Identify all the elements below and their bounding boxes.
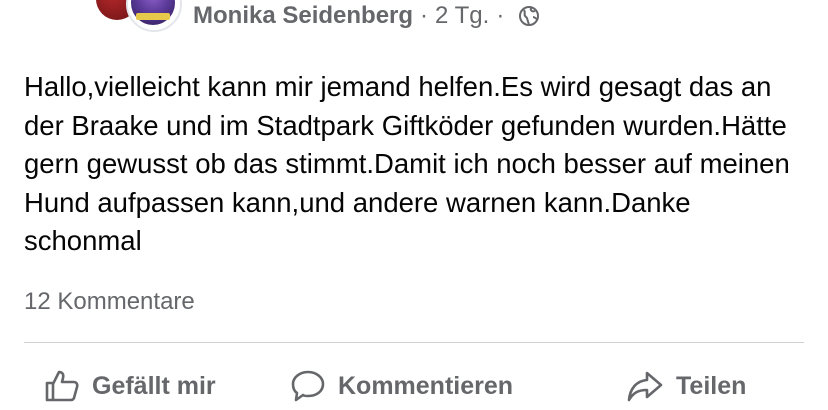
avatar[interactable] <box>126 0 182 32</box>
like-label: Gefällt mir <box>92 371 216 400</box>
thumbs-up-icon <box>45 370 79 402</box>
post-body-text: Hallo,vielleicht kann mir jemand helfen.… <box>24 71 790 256</box>
avatar-badge <box>136 13 170 20</box>
post-header: Monika Seidenberg · 2 Tg. · <box>0 0 828 32</box>
speech-bubble-icon <box>291 370 325 402</box>
action-bar: Gefällt mir Kommentieren Teilen <box>0 358 828 410</box>
divider <box>24 342 804 343</box>
meta-separator: · <box>496 2 505 29</box>
globe-icon <box>519 6 540 26</box>
comments-count[interactable]: 12 Kommentare <box>24 288 195 316</box>
like-button[interactable]: Gefällt mir <box>44 366 216 406</box>
post-meta: Monika Seidenberg · 2 Tg. · <box>193 1 540 31</box>
back-arrow-icon[interactable] <box>24 0 54 6</box>
comment-button[interactable]: Kommentieren <box>290 366 513 406</box>
share-button[interactable]: Teilen <box>626 366 746 406</box>
author-name[interactable]: Monika Seidenberg <box>193 2 413 30</box>
share-arrow-icon <box>627 371 663 402</box>
meta-separator: · <box>420 2 429 29</box>
post-timestamp[interactable]: 2 Tg. <box>435 2 489 30</box>
comment-label: Kommentieren <box>338 371 514 400</box>
share-label: Teilen <box>676 371 747 400</box>
